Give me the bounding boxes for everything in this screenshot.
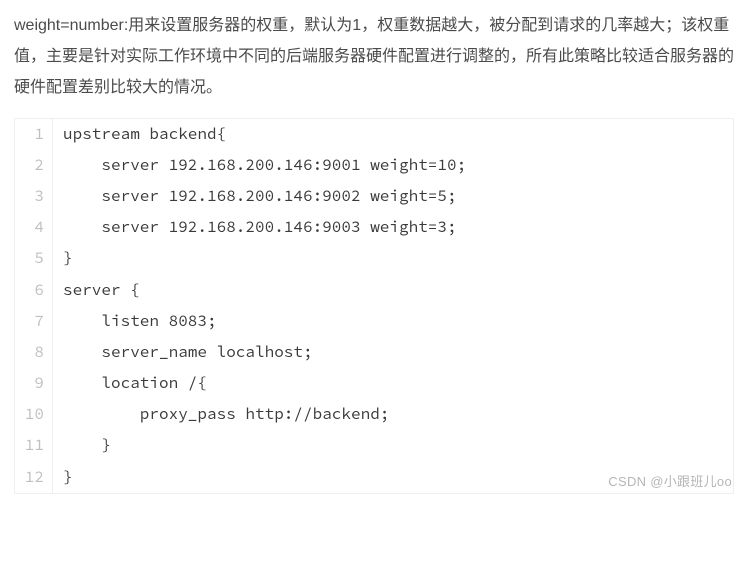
code-row: 7 listen 8083; [15,306,733,337]
code-line: } [53,462,73,493]
code-line: server 192.168.200.146:9001 weight=10; [53,150,466,181]
line-number: 9 [15,368,53,399]
code-line: server 192.168.200.146:9003 weight=3; [53,212,457,243]
code-line: } [53,430,111,461]
line-number: 6 [15,275,53,306]
code-row: 11 } [15,430,733,461]
code-line: proxy_pass http://backend; [53,399,389,430]
code-row: 9 location /{ [15,368,733,399]
line-number: 1 [15,119,53,150]
code-row: 6 server { [15,275,733,306]
line-number: 5 [15,243,53,274]
code-row: 5 } [15,243,733,274]
code-line: listen 8083; [53,306,217,337]
code-row: 2 server 192.168.200.146:9001 weight=10; [15,150,733,181]
description-text: weight=number:用来设置服务器的权重，默认为1，权重数据越大，被分配… [14,10,734,104]
line-number: 7 [15,306,53,337]
line-number: 11 [15,430,53,461]
code-line: server { [53,275,140,306]
code-row: 8 server_name localhost; [15,337,733,368]
code-row: 12 } [15,462,733,493]
code-row: 4 server 192.168.200.146:9003 weight=3; [15,212,733,243]
line-number: 8 [15,337,53,368]
code-line: } [53,243,73,274]
code-line: server 192.168.200.146:9002 weight=5; [53,181,457,212]
line-number: 4 [15,212,53,243]
code-row: 3 server 192.168.200.146:9002 weight=5; [15,181,733,212]
line-number: 3 [15,181,53,212]
line-number: 2 [15,150,53,181]
code-line: upstream backend{ [53,119,226,150]
code-row: 10 proxy_pass http://backend; [15,399,733,430]
code-row: 1 upstream backend{ [15,119,733,150]
code-block: 1 upstream backend{ 2 server 192.168.200… [14,118,734,494]
code-line: server_name localhost; [53,337,313,368]
line-number: 10 [15,399,53,430]
code-line: location /{ [53,368,207,399]
line-number: 12 [15,462,53,493]
